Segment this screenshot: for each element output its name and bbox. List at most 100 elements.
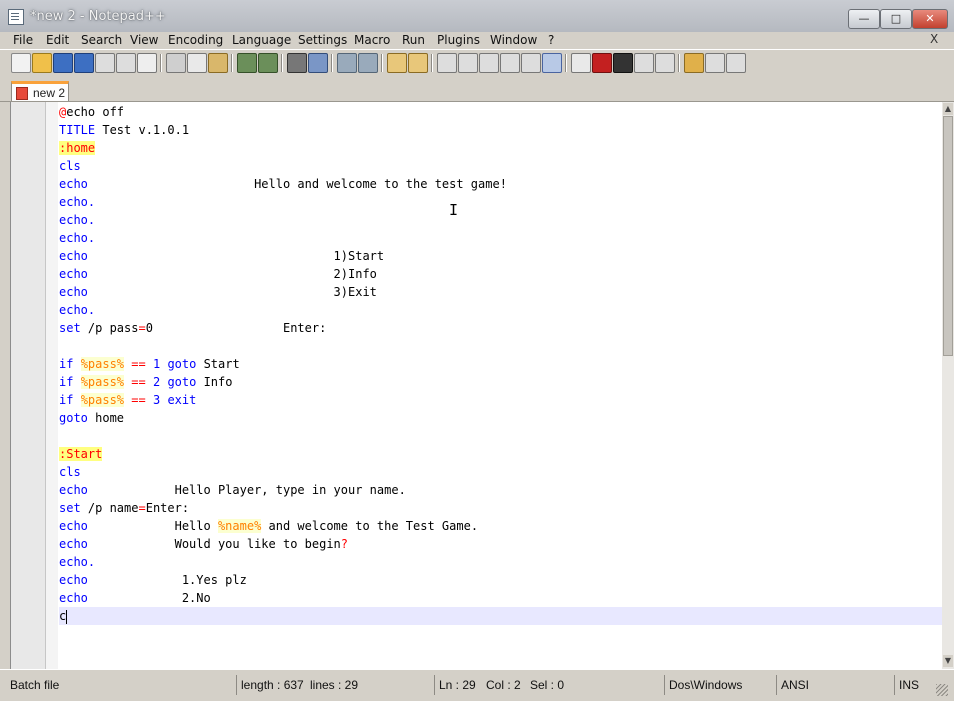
menu-settings[interactable]: Settings <box>298 33 347 47</box>
plugin-icon[interactable] <box>705 53 725 73</box>
code-line[interactable]: echo. <box>59 193 943 211</box>
record-macro-icon[interactable] <box>571 53 591 73</box>
find-icon[interactable] <box>287 53 307 73</box>
code-line[interactable]: echo. <box>59 553 943 571</box>
code-token: 3)Exit <box>87 285 377 299</box>
paste-icon[interactable] <box>208 53 228 73</box>
close-document-icon[interactable]: X <box>930 32 938 46</box>
fold-margin[interactable] <box>46 102 58 669</box>
user-lang-icon[interactable] <box>521 53 541 73</box>
replace-icon[interactable] <box>308 53 328 73</box>
code-line[interactable]: ​ <box>59 337 943 355</box>
close-window-button[interactable]: ✕ <box>912 9 948 29</box>
code-line[interactable]: cls <box>59 157 943 175</box>
menu-run[interactable]: Run <box>402 33 425 47</box>
code-line[interactable]: echo 1)Start <box>59 247 943 265</box>
indent-guide-icon[interactable] <box>479 53 499 73</box>
code-line[interactable]: echo. <box>59 301 943 319</box>
code-line[interactable]: TITLE Test v.1.0.1 <box>59 121 943 139</box>
code-line[interactable]: cls <box>59 463 943 481</box>
menu-search[interactable]: Search <box>81 33 122 47</box>
stop-macro-icon[interactable] <box>592 53 612 73</box>
code-line[interactable]: echo Hello and welcome to the test game! <box>59 175 943 193</box>
line-number-gutter[interactable] <box>11 102 46 669</box>
code-line[interactable]: echo Hello %name% and welcome to the Tes… <box>59 517 943 535</box>
code-token: == <box>131 393 146 407</box>
code-line[interactable]: if %pass% == 1 goto Start <box>59 355 943 373</box>
code-line[interactable]: echo 1.Yes plz <box>59 571 943 589</box>
copy-icon[interactable] <box>187 53 207 73</box>
code-line[interactable]: :home <box>59 139 943 157</box>
paragraph-icon[interactable] <box>500 53 520 73</box>
code-line[interactable]: echo 3)Exit <box>59 283 943 301</box>
length-status: length : 637 <box>236 675 306 695</box>
code-line[interactable]: ​ <box>59 427 943 445</box>
code-line[interactable]: echo 2.No <box>59 589 943 607</box>
title-bar[interactable]: *new 2 - Notepad++ — □ ✕ <box>0 0 954 33</box>
new-file-icon[interactable] <box>11 53 31 73</box>
close-all-icon[interactable] <box>116 53 136 73</box>
close-file-icon[interactable] <box>95 53 115 73</box>
tab-bar: new 2 <box>0 77 954 102</box>
redo-icon[interactable] <box>258 53 278 73</box>
sync-vertical-icon[interactable] <box>387 53 407 73</box>
resize-grip[interactable] <box>936 684 948 696</box>
maximize-button[interactable]: □ <box>880 9 912 29</box>
open-file-icon[interactable] <box>32 53 52 73</box>
code-token: %pass% <box>80 375 125 389</box>
code-token: %pass% <box>80 393 125 407</box>
code-line[interactable]: set /p name=Enter: <box>59 499 943 517</box>
code-lines[interactable]: @echo off TITLE Test v.1.0.1:home cls echo … <box>59 103 943 625</box>
code-line[interactable]: if %pass% == 3 exit <box>59 391 943 409</box>
save-all-icon[interactable] <box>74 53 94 73</box>
scroll-thumb[interactable] <box>943 116 953 356</box>
menu-plugins[interactable]: Plugins <box>437 33 480 47</box>
tab-new-2[interactable]: new 2 <box>11 81 69 101</box>
scroll-down-icon[interactable]: ▼ <box>943 655 953 667</box>
code-token: echo <box>59 267 88 281</box>
show-all-chars-icon[interactable] <box>458 53 478 73</box>
sync-horizontal-icon[interactable] <box>408 53 428 73</box>
code-line[interactable]: @echo off <box>59 103 943 121</box>
play-multiple-icon[interactable] <box>634 53 654 73</box>
code-line[interactable]: echo. <box>59 229 943 247</box>
code-line[interactable]: echo Would you like to begin? <box>59 535 943 553</box>
print-icon[interactable] <box>137 53 157 73</box>
settings-icon[interactable] <box>726 53 746 73</box>
vertical-scrollbar[interactable]: ▲ ▼ <box>942 102 954 669</box>
code-line[interactable]: echo 2)Info <box>59 265 943 283</box>
code-line[interactable]: set /p pass=0 Enter: <box>59 319 943 337</box>
code-token: ? <box>340 537 349 551</box>
menu-window[interactable]: Window <box>490 33 537 47</box>
ln-status: Ln : 29 <box>434 675 482 695</box>
zoom-in-icon[interactable] <box>337 53 357 73</box>
minimize-button[interactable]: — <box>848 9 880 29</box>
undo-icon[interactable] <box>237 53 257 73</box>
menu-encoding[interactable]: Encoding <box>168 33 223 47</box>
code-line[interactable]: echo. <box>59 211 943 229</box>
code-token: goto <box>167 357 197 371</box>
menu-edit[interactable]: Edit <box>46 33 69 47</box>
cut-icon[interactable] <box>166 53 186 73</box>
save-macro-icon[interactable] <box>655 53 675 73</box>
menu-macro[interactable]: Macro <box>354 33 390 47</box>
scroll-up-icon[interactable]: ▲ <box>943 103 953 115</box>
menu-language[interactable]: Language <box>232 33 291 47</box>
code-line[interactable]: goto home <box>59 409 943 427</box>
playback-macro-icon[interactable] <box>613 53 633 73</box>
code-line[interactable]: if %pass% == 2 goto Info <box>59 373 943 391</box>
doc-map-icon[interactable] <box>542 53 562 73</box>
menu-view[interactable]: View <box>130 33 158 47</box>
code-line[interactable]: :Start <box>59 445 943 463</box>
save-icon[interactable] <box>53 53 73 73</box>
menu-file[interactable]: File <box>13 33 33 47</box>
editor-area[interactable]: @echo off TITLE Test v.1.0.1:home cls echo … <box>10 102 943 669</box>
zoom-out-icon[interactable] <box>358 53 378 73</box>
code-line[interactable]: echo Hello Player, type in your name. <box>59 481 943 499</box>
code-line[interactable]: c <box>59 607 943 625</box>
word-wrap-icon[interactable] <box>437 53 457 73</box>
explorer-icon[interactable] <box>684 53 704 73</box>
notepad-app-icon[interactable] <box>8 9 24 25</box>
menu-help[interactable]: ? <box>548 33 554 47</box>
